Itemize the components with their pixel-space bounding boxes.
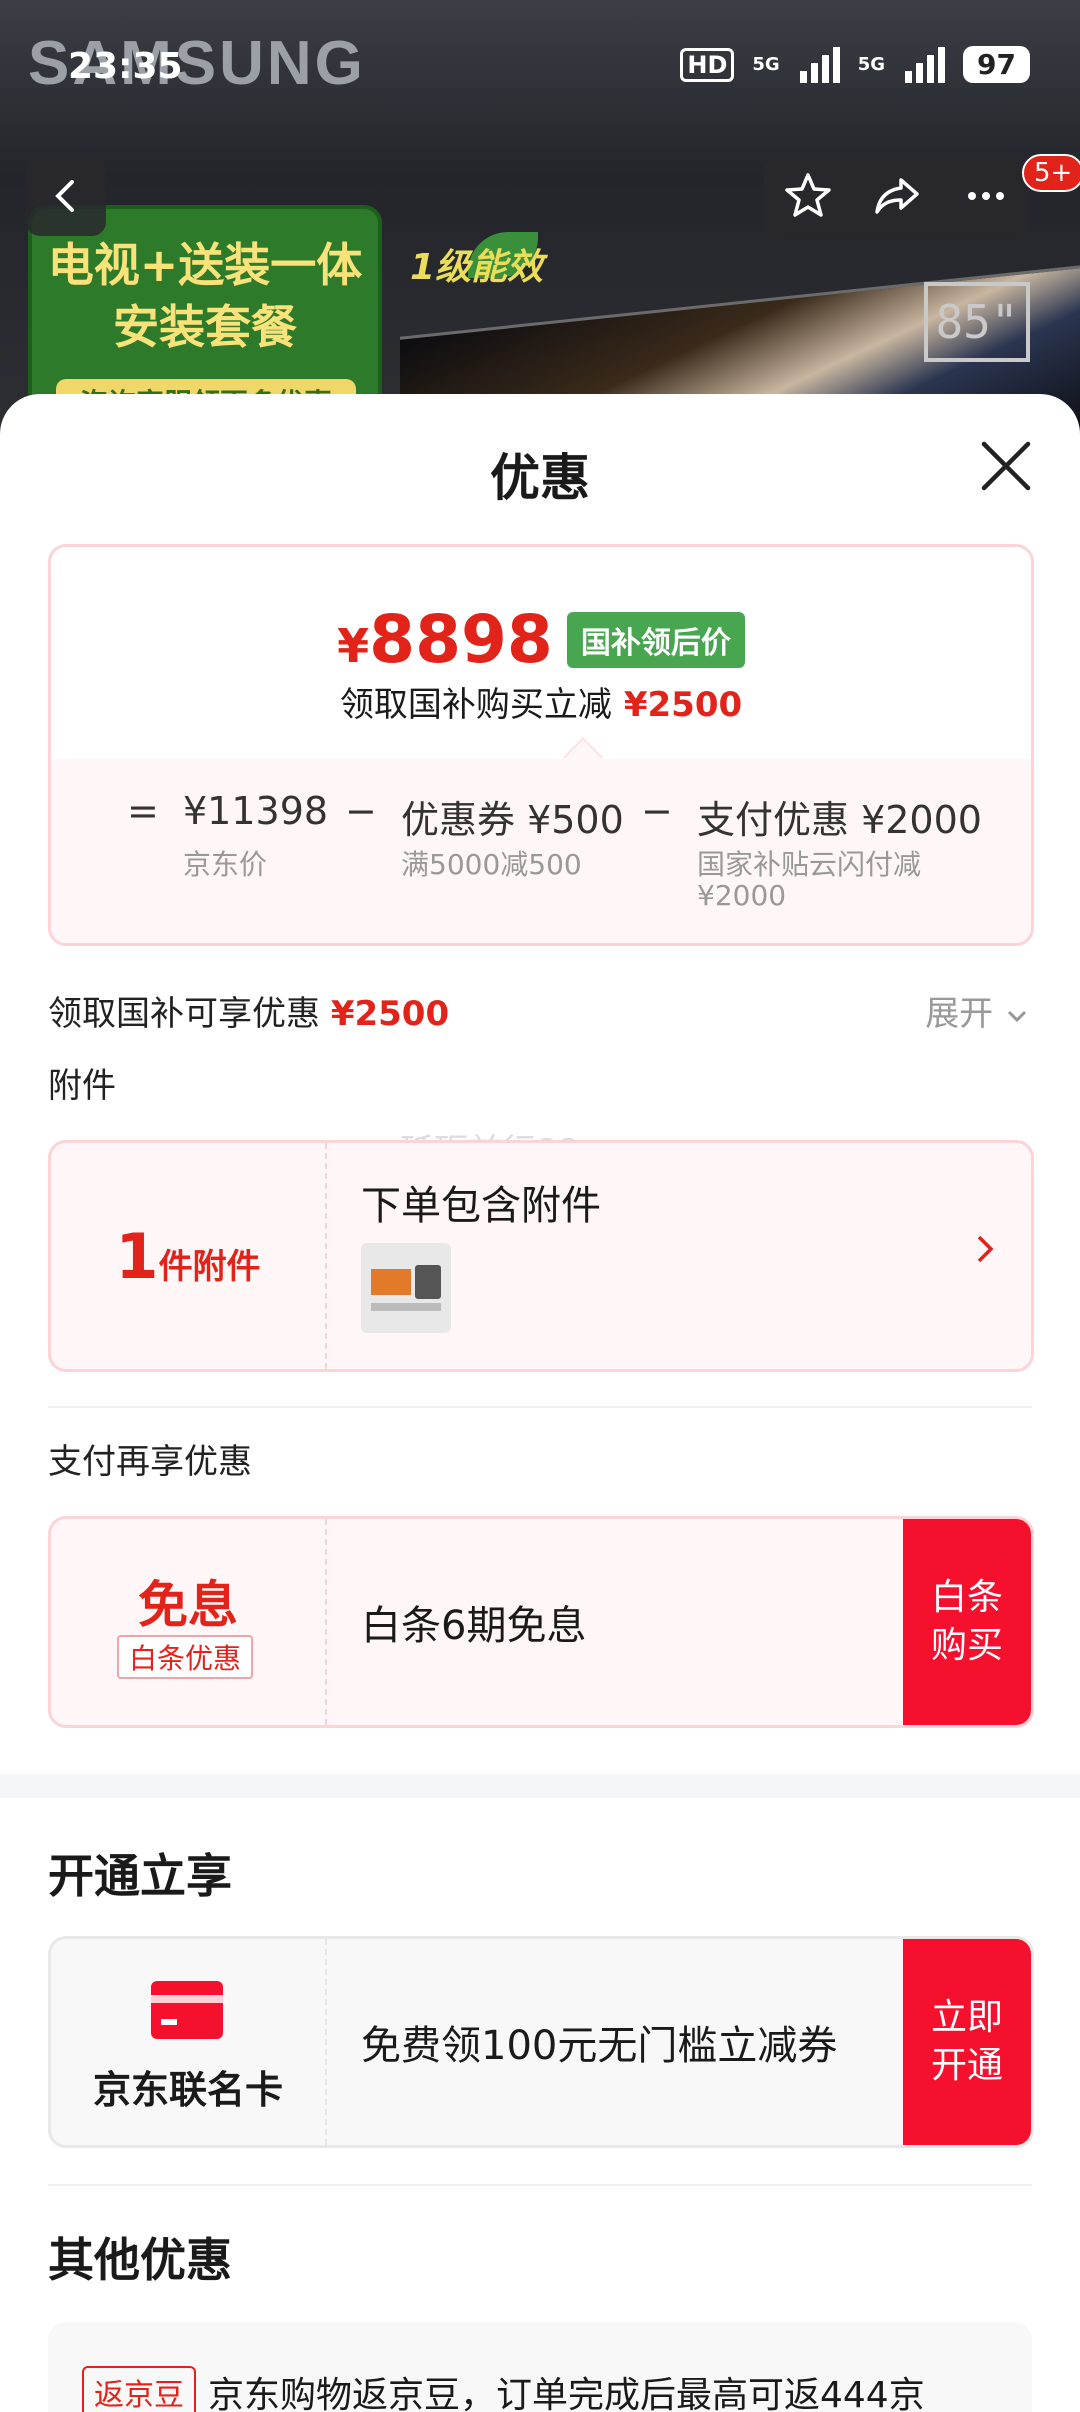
open-cta-line1: 立即 bbox=[930, 1997, 1003, 2038]
energy-label: 1级能效 bbox=[410, 247, 544, 288]
offers-sheet: 优惠 ¥8898 国补领后价 领取国补购买立减 ¥2500 = ¥11398 京东… bbox=[0, 394, 1080, 2412]
accessories-count-value: 1件附件 bbox=[115, 1220, 260, 1293]
jd-price-label: 京东价 bbox=[183, 848, 268, 881]
equals-sign: = bbox=[127, 789, 159, 833]
jd-bean-text: 京东购物返京豆，订单完成后最高可返444京 bbox=[208, 2375, 925, 2412]
price-summary-top: ¥8898 国补领后价 领取国补购买立减 ¥2500 bbox=[51, 547, 1031, 759]
final-price-value: 8898 bbox=[369, 601, 553, 678]
signal-icon bbox=[799, 46, 840, 83]
pay-desc-2: ¥2000 bbox=[697, 879, 787, 912]
coupon-discount: 优惠券 ¥500 bbox=[401, 798, 624, 842]
star-icon[interactable] bbox=[782, 170, 834, 222]
co-brand-card[interactable]: 京东联名卡 免费领100元无门槛立减券 立即开通 bbox=[48, 1936, 1034, 2148]
minus-sign-1: − bbox=[345, 789, 377, 833]
promo-line-2: 安装套餐 bbox=[113, 300, 297, 354]
co-brand-name: 京东联名卡 bbox=[92, 2068, 283, 2112]
size-label: 85" bbox=[924, 282, 1030, 362]
final-price-tag: 国补领后价 bbox=[566, 611, 745, 668]
baitiao-cta-line1: 白条 bbox=[930, 1577, 1003, 1618]
subsidy-line: 领取国补购买立减 ¥2500 bbox=[51, 677, 1031, 726]
open-enjoy-heading: 开通立享 bbox=[48, 1849, 232, 1903]
sim2-label: 5G bbox=[857, 54, 886, 75]
pay-discount: 支付优惠 ¥2000 bbox=[697, 798, 982, 842]
co-brand-desc: 免费领100元无门槛立减券 bbox=[361, 2023, 838, 2069]
jd-price: ¥11398 bbox=[183, 789, 329, 833]
other-offers-heading: 其他优惠 bbox=[48, 2233, 232, 2287]
baitiao-buy-button[interactable]: 白条 购买 bbox=[903, 1519, 1031, 1725]
open-now-button[interactable]: 立即 开通 bbox=[903, 1939, 1031, 2145]
thumb-block-2 bbox=[415, 1265, 441, 1299]
baitiao-buy-label: 白条 购买 bbox=[931, 1574, 1003, 1670]
chevron-right-icon bbox=[975, 1233, 995, 1274]
open-cta-line2: 开通 bbox=[930, 2045, 1003, 2086]
status-time: 23:35 bbox=[68, 46, 183, 87]
currency-symbol: ¥ bbox=[337, 619, 370, 673]
signal-icon-2 bbox=[905, 46, 946, 83]
accessories-title: 下单包含附件 bbox=[361, 1183, 601, 1229]
subsidy-text: 领取国补购买立减 bbox=[339, 685, 612, 725]
credit-card-icon bbox=[151, 1981, 223, 2039]
share-icon[interactable] bbox=[871, 170, 923, 222]
baitiao-tag: 白条优惠 bbox=[117, 1635, 254, 1679]
subsidy-row: 领取国补可享优惠 ¥2500 bbox=[48, 986, 449, 1035]
battery-icon: 97 bbox=[963, 46, 1030, 83]
baitiao-card[interactable]: 免息 白条优惠 白条6期免息 白条购买 bbox=[48, 1516, 1034, 1728]
minus-sign-2: − bbox=[641, 789, 673, 833]
thumb-block-1 bbox=[371, 1269, 411, 1295]
top-action-group bbox=[764, 156, 1030, 236]
sim1-label: 5G bbox=[752, 54, 780, 75]
divider bbox=[48, 1406, 1032, 1408]
price-summary-card: ¥8898 国补领后价 领取国补购买立减 ¥2500 = ¥11398 京东价 −… bbox=[48, 544, 1034, 946]
baitiao-left: 免息 白条优惠 bbox=[51, 1519, 327, 1725]
expand-label: 展开 bbox=[925, 994, 994, 1034]
pay-desc-1: 国家补贴云闪付减 bbox=[697, 848, 922, 881]
baitiao-cta-line2: 购买 bbox=[930, 1625, 1003, 1666]
price-breakdown: = ¥11398 京东价 − 优惠券 ¥500 满5000减500 − 支付优惠… bbox=[51, 759, 1031, 943]
interest-free-title: 免息 bbox=[138, 1576, 238, 1634]
chevron-left-icon bbox=[55, 180, 74, 212]
final-price-line: ¥8898 国补领后价 bbox=[51, 601, 1031, 678]
promo-line-1: 电视+送装一体 bbox=[47, 238, 363, 292]
status-icons: HD 5G 5G 97 bbox=[680, 46, 1030, 83]
divider-2 bbox=[48, 2184, 1032, 2186]
subsidy-row-amount: ¥2500 bbox=[330, 994, 450, 1034]
accessories-count-unit: 件附件 bbox=[158, 1246, 261, 1287]
open-now-label: 立即 开通 bbox=[931, 1994, 1003, 2090]
coupon-desc: 满5000减500 bbox=[401, 848, 582, 881]
final-price: ¥8898 bbox=[337, 601, 553, 678]
accessories-heading: 附件 bbox=[48, 1066, 116, 1106]
accessory-thumbnail[interactable] bbox=[361, 1243, 451, 1333]
pay-again-heading: 支付再享优惠 bbox=[48, 1442, 252, 1482]
jd-bean-tag: 返京豆 bbox=[82, 2366, 196, 2412]
accessories-card[interactable]: 1件附件 下单包含附件 bbox=[48, 1140, 1034, 1372]
subsidy-amount: ¥2500 bbox=[623, 685, 743, 725]
section-separator bbox=[0, 1774, 1080, 1798]
jd-bean-card[interactable]: 返京豆 京东购物返京豆，订单完成后最高可返444京 bbox=[48, 2322, 1032, 2412]
notification-badge: 5+ bbox=[1022, 154, 1080, 192]
thumb-block-3 bbox=[371, 1303, 441, 1311]
sheet-title: 优惠 bbox=[490, 449, 590, 507]
back-button[interactable] bbox=[26, 156, 106, 236]
expand-button[interactable]: 展开 bbox=[925, 986, 1030, 1035]
close-icon[interactable] bbox=[976, 436, 1036, 496]
subsidy-row-text: 领取国补可享优惠 bbox=[48, 994, 320, 1034]
accessories-count: 1件附件 bbox=[51, 1143, 327, 1369]
chevron-down-icon bbox=[1007, 1010, 1027, 1022]
baitiao-desc: 白条6期免息 bbox=[361, 1603, 587, 1649]
accessories-count-number: 1 bbox=[115, 1219, 159, 1293]
hd-icon: HD bbox=[680, 47, 735, 82]
more-icon[interactable] bbox=[960, 170, 1012, 222]
co-brand-left: 京东联名卡 bbox=[51, 1939, 327, 2145]
